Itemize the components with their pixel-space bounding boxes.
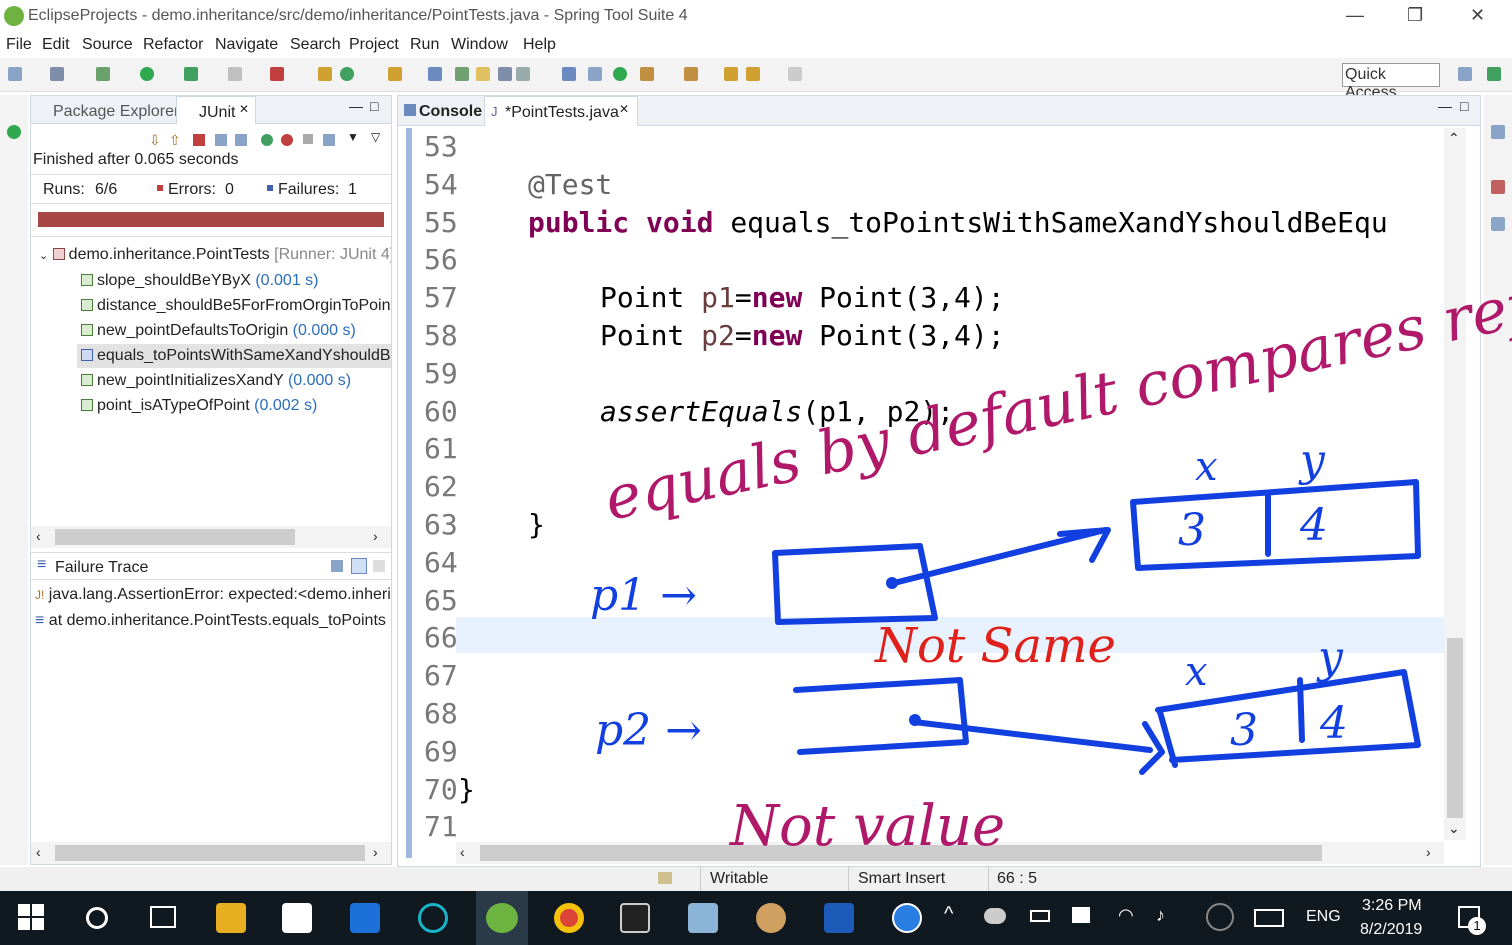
annotation-4b: 4 xyxy=(1319,698,1348,749)
arrow-p2 xyxy=(911,719,1165,775)
annotation-3a: 3 xyxy=(1178,505,1206,556)
dot-p2 xyxy=(909,714,921,726)
sourcetree-icon[interactable] xyxy=(824,903,854,933)
pen-icon[interactable] xyxy=(1206,903,1234,931)
insert-mode[interactable]: Smart Insert xyxy=(858,870,945,888)
windows-start-icon[interactable] xyxy=(18,904,44,930)
clock-time[interactable]: 3:26 PM xyxy=(1362,897,1422,915)
status-icon xyxy=(658,872,672,884)
divider xyxy=(988,867,989,891)
writable-status: Writable xyxy=(710,870,769,887)
box-p2 xyxy=(793,677,969,755)
annotation-x2: x xyxy=(1185,649,1208,695)
terminal-icon[interactable] xyxy=(620,903,650,933)
notepad-icon[interactable] xyxy=(688,903,718,933)
cursor-position: 66 : 5 xyxy=(997,870,1038,887)
status-bar: Writable Smart Insert 66 : 5 xyxy=(0,867,1512,891)
onedrive-icon[interactable] xyxy=(984,908,1006,924)
annotation-overlay: equals by default compares refn p1 → p2 … xyxy=(590,262,1512,859)
box-object-1 xyxy=(1130,479,1421,571)
divider xyxy=(848,867,849,891)
chrome-icon[interactable] xyxy=(554,903,584,933)
annotation-not-value: Not value xyxy=(728,794,1005,859)
annotation-not-same: Not Same xyxy=(874,618,1116,674)
paint-icon[interactable] xyxy=(756,903,786,933)
clock-date[interactable]: 8/2/2019 xyxy=(1360,921,1422,939)
annotation-4a: 4 xyxy=(1299,500,1328,551)
dot-p1 xyxy=(886,577,898,589)
volume-icon[interactable]: ♪ xyxy=(1156,905,1165,926)
windows-taskbar: ^ ◠ ♪ ENG 3:26 PM 8/2/2019 1 xyxy=(0,891,1512,945)
store-icon[interactable] xyxy=(282,903,312,933)
annotation-y2: y xyxy=(1316,632,1344,683)
battery-icon[interactable] xyxy=(1030,910,1050,922)
tray-chevron-icon[interactable]: ^ xyxy=(944,903,953,926)
spring-tool-suite-icon xyxy=(486,903,518,933)
wifi-icon[interactable]: ◠ xyxy=(1118,905,1134,926)
annotation-p2: p2 → xyxy=(595,705,702,756)
annotation-x1: x xyxy=(1195,444,1218,490)
annotation-3b: 3 xyxy=(1230,705,1258,756)
annotation-p1: p1 → xyxy=(590,570,697,621)
language-indicator[interactable]: ENG xyxy=(1306,908,1341,926)
notification-badge: 1 xyxy=(1468,917,1486,935)
dropbox-tray-icon[interactable] xyxy=(1072,907,1090,923)
file-explorer-icon[interactable] xyxy=(216,903,246,933)
keyboard-icon[interactable] xyxy=(1254,909,1284,927)
task-view-icon[interactable] xyxy=(150,906,176,928)
help-icon[interactable] xyxy=(892,903,922,933)
search-icon[interactable] xyxy=(86,907,108,929)
box-p1 xyxy=(772,543,938,625)
dropbox-icon[interactable] xyxy=(350,903,380,933)
divider xyxy=(700,867,701,891)
sts-taskbar-active[interactable] xyxy=(476,891,528,945)
annotation-y1: y xyxy=(1298,435,1326,486)
arduino-icon[interactable] xyxy=(418,903,448,933)
annotation-equals-default: equals by default compares refn xyxy=(599,262,1512,535)
